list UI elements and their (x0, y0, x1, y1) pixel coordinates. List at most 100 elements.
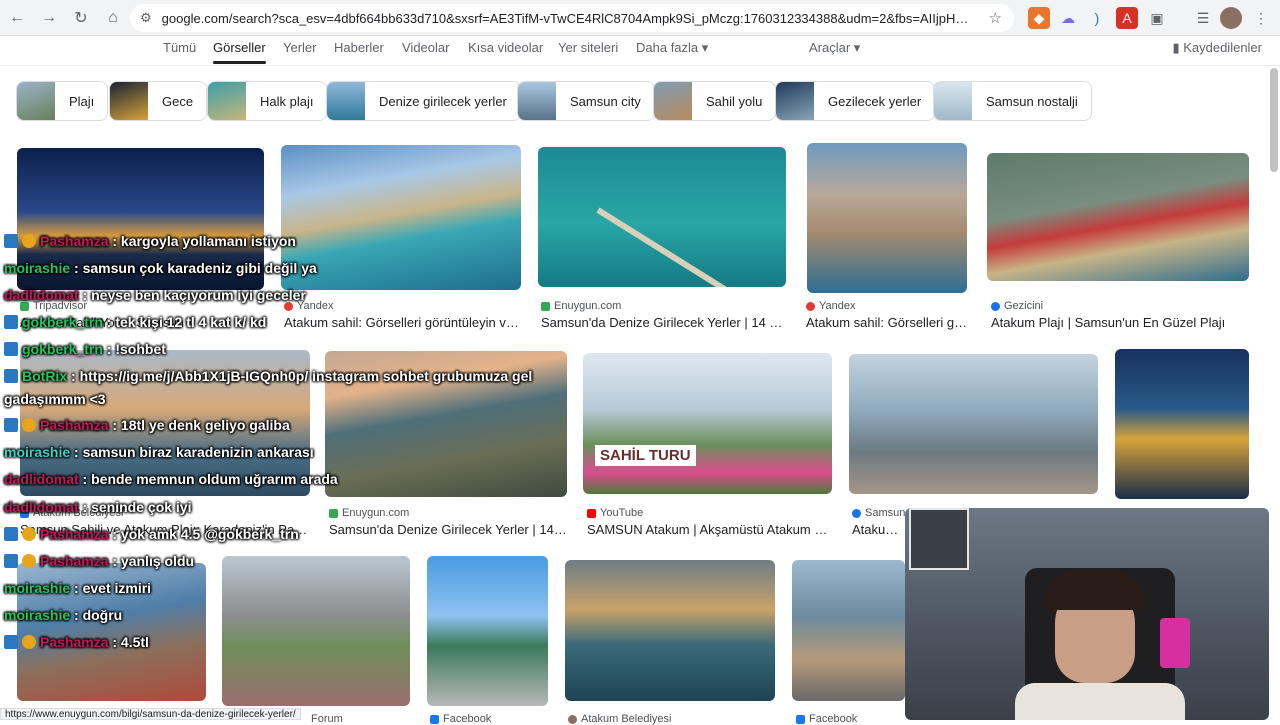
result-source[interactable]: Tripadvisor (20, 300, 87, 312)
forward-icon[interactable]: → (34, 3, 64, 33)
result-source[interactable]: Yandex (806, 300, 856, 312)
streamer-hair (1045, 570, 1145, 610)
chip-denize-girilecek[interactable]: Denize girilecek yerler (326, 81, 521, 121)
result-caption[interactable]: Atakum sahil: Görselleri gör... (806, 315, 968, 330)
image-result[interactable] (281, 145, 521, 290)
saved-button[interactable]: ▮ Kaydedilenler (1172, 40, 1262, 56)
tab-search-icon[interactable]: ☰ (1192, 7, 1214, 29)
image-result[interactable] (538, 147, 786, 287)
tab-sites[interactable]: Yer siteleri (558, 40, 618, 55)
tab-all[interactable]: Tümü (163, 40, 196, 55)
tab-more[interactable]: Daha fazla ▾ (636, 40, 708, 56)
chip-samsun-city[interactable]: Samsun city (517, 81, 655, 121)
image-result[interactable] (17, 563, 206, 701)
image-result[interactable] (427, 556, 548, 706)
source-favicon (806, 301, 815, 311)
result-source[interactable]: Enuygun.com (541, 300, 621, 312)
result-source[interactable]: Facebook (430, 713, 491, 725)
chip-label: Samsun city (570, 93, 641, 109)
chip-samsun-nostalji[interactable]: Samsun nostalji (933, 81, 1092, 121)
result-source[interactable]: Atakum Belediyesi (568, 713, 672, 725)
image-result[interactable] (565, 560, 775, 701)
result-caption[interactable]: Samsun'da Denize Girilecek Yerler | 14 P… (329, 522, 567, 537)
result-caption[interactable]: Atakum Pl... (852, 522, 904, 537)
badge-icon (4, 342, 18, 356)
source-favicon (796, 714, 805, 724)
result-caption[interactable]: Samsun Sahili ve Atakum Plajı: Karadeniz… (20, 522, 310, 537)
chip-thumbnail (110, 82, 148, 120)
extensions-puzzle-icon[interactable]: ▣ (1146, 7, 1168, 29)
tab-images[interactable]: Görseller (213, 40, 266, 64)
result-source[interactable]: Facebook (796, 713, 857, 725)
tab-places[interactable]: Yerler (283, 40, 316, 55)
video-title-overlay: SAHİL TURU (595, 445, 696, 466)
page-scrollbar[interactable] (1270, 68, 1278, 172)
audio-extension-icon[interactable]: ) (1086, 7, 1108, 29)
image-result[interactable] (792, 560, 905, 701)
chip-label: Sahil yolu (706, 93, 763, 109)
chip-thumbnail (934, 82, 972, 120)
result-caption[interactable]: Atakum Plajı | Samsun'un En Güzel Plajı (991, 315, 1249, 330)
source-name: YouTube (600, 507, 644, 519)
extension-icon[interactable]: ☁ (1057, 7, 1079, 29)
chip-halk-plaji[interactable]: Halk plajı (207, 81, 328, 121)
menu-kebab-icon[interactable]: ⋮ (1250, 7, 1272, 29)
result-source[interactable]: Atakum Belediyesi (20, 507, 124, 519)
chip-gezilecek-yerler[interactable]: Gezilecek yerler (775, 81, 936, 121)
image-result[interactable] (807, 143, 967, 293)
chip-thumbnail (518, 82, 556, 120)
chip-thumbnail (327, 82, 365, 120)
result-source[interactable]: Gezicini (991, 300, 1043, 312)
source-favicon (430, 714, 439, 724)
address-bar[interactable]: ⚙ google.com/search?sca_esv=4dbf664bb633… (130, 4, 1014, 32)
reload-icon[interactable]: ↻ (66, 3, 96, 33)
image-result[interactable] (20, 350, 310, 496)
source-name: Yandex (819, 300, 856, 312)
profile-avatar[interactable] (1220, 7, 1242, 29)
result-source[interactable]: Enuygun.com (329, 507, 409, 519)
image-result[interactable] (325, 351, 567, 497)
result-source[interactable]: Yandex (284, 300, 334, 312)
site-info-icon[interactable]: ⚙ (140, 10, 152, 26)
image-result[interactable] (849, 354, 1098, 494)
tools-button[interactable]: Araçlar ▾ (809, 40, 860, 56)
result-caption[interactable]: Samsun'da Denize Girilecek Yerler | 14 P… (541, 315, 785, 330)
image-result[interactable] (222, 556, 410, 706)
badge-icon (4, 635, 18, 649)
badge-icon (4, 369, 18, 383)
address-url[interactable]: google.com/search?sca_esv=4dbf664bb633d7… (162, 11, 972, 26)
chip-gece[interactable]: Gece (109, 81, 208, 121)
result-caption[interactable]: Atakum sahil: Görselleri görüntüleyin ve… (284, 315, 520, 330)
home-icon[interactable]: ⌂ (98, 3, 128, 33)
bookmark-star-icon[interactable]: ☆ (989, 9, 1002, 27)
chip-thumbnail (776, 82, 814, 120)
back-icon[interactable]: ← (2, 3, 32, 33)
metamask-extension-icon[interactable]: ◆ (1028, 7, 1050, 29)
badge-icon (4, 315, 18, 329)
result-caption[interactable]: Atakum Sahil Yolu - Samsun (20, 315, 264, 330)
chip-plaji[interactable]: Plajı (16, 81, 109, 121)
result-source[interactable]: Samsun (852, 507, 905, 519)
source-name: Tripadvisor (33, 300, 87, 312)
image-result[interactable] (1115, 349, 1249, 499)
source-name: Atakum Belediyesi (581, 713, 672, 725)
link-status-bar: https://www.enuygun.com/bilgi/samsun-da-… (0, 708, 301, 720)
wall-poster (909, 508, 969, 570)
image-result[interactable] (987, 153, 1249, 281)
image-result[interactable] (17, 148, 264, 290)
result-caption[interactable]: SAMSUN Atakum | Akşamüstü Atakum Sa... (587, 522, 832, 537)
result-source[interactable]: Forum (311, 713, 343, 725)
badge-icon (4, 527, 18, 541)
tab-short-videos[interactable]: Kısa videolar (468, 40, 543, 55)
source-favicon (568, 714, 577, 724)
chip-sahil-yolu[interactable]: Sahil yolu (653, 81, 777, 121)
chip-label: Halk plajı (260, 93, 314, 109)
tab-news[interactable]: Haberler (334, 40, 384, 55)
source-favicon (20, 301, 29, 311)
result-source[interactable]: YouTube (587, 507, 643, 519)
image-result[interactable]: SAHİL TURU (583, 353, 832, 494)
chip-thumbnail (654, 82, 692, 120)
tab-videos[interactable]: Videolar (402, 40, 449, 55)
pdf-extension-icon[interactable]: A (1116, 7, 1138, 29)
webcam-overlay (905, 508, 1269, 720)
